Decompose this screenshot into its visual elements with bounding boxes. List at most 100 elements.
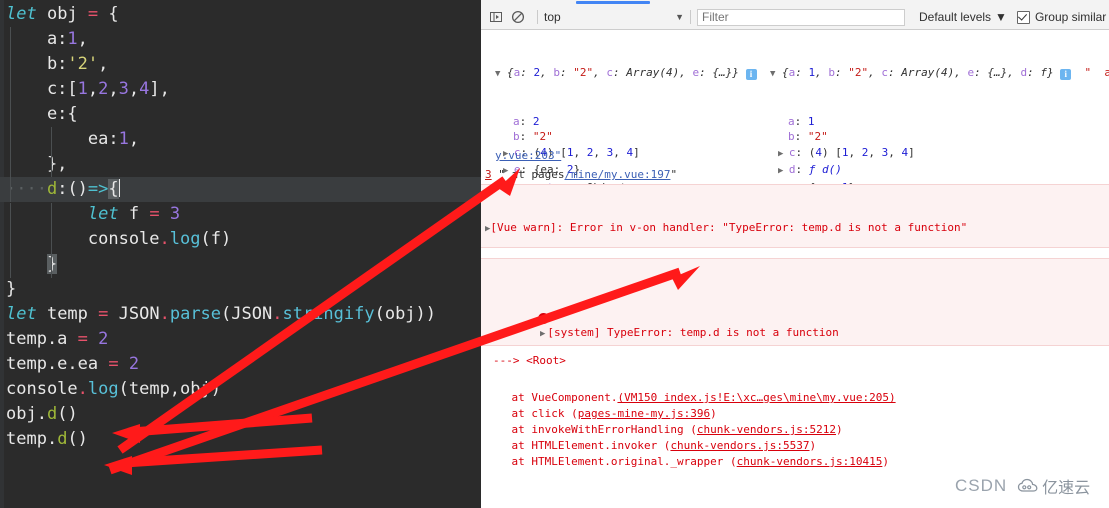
object-property-separator: : [519,114,533,128]
code-line[interactable]: let obj = { [0,2,481,27]
execution-context-dropdown[interactable]: top ▼ [544,10,684,24]
error-circle-icon: ✕ [537,313,549,324]
code-line[interactable]: } [0,277,481,302]
object-property-row[interactable]: ▶ d: ƒ d() [770,162,1109,180]
code-token: b: [6,54,68,74]
code-token: , [108,79,119,99]
code-line[interactable]: temp.d() [0,427,481,452]
info-icon[interactable]: i [1060,69,1072,80]
code-line[interactable]: console.log(f) [0,227,481,252]
indent-guide [51,203,52,278]
code-token: ea: [6,129,119,149]
code-token: = [87,4,99,24]
system-error-message[interactable]: ✕ ▶ [system] TypeError: temp.d is not a f… [481,258,1109,468]
code-line[interactable]: e:{ [0,102,481,127]
error-stack-row[interactable]: at HTMLElement.original._wrapper (chunk-… [485,454,1109,470]
show-console-sidebar-icon[interactable] [487,8,505,26]
vue-warning-message[interactable]: ▶ [Vue warn]: Error in v-on handler: "Typ… [481,184,1109,367]
expand-triangle-icon[interactable]: ▼ [495,69,500,79]
object-value-part: ] [633,145,640,159]
stack-frame-link[interactable]: chunk-vendors.js:5212 [697,423,836,436]
code-token: . [159,229,170,249]
code-line[interactable]: b:'2', [0,52,481,77]
object-property-key: a [513,114,520,128]
code-token: () [67,429,88,449]
code-editor[interactable]: let obj = { a:1, b:'2', c:[1,2,3,4], e:{… [0,0,481,508]
code-token: }, [6,154,68,174]
code-token: 3 [169,204,181,224]
devtools-console-panel[interactable]: top ▼ Default levels ▼ Group similar ▼ {… [481,0,1109,508]
code-token: '2' [67,54,99,74]
group-similar-checkbox[interactable] [1016,10,1030,24]
object-property-row[interactable]: a: 1 [770,114,1109,130]
watermark: CSDN 亿速云 [955,474,1090,498]
trace-source-link[interactable]: /mine/my.vue:197 [564,168,670,181]
code-token: . [77,379,88,399]
code-token: . [159,304,170,324]
error-stack-row[interactable]: at invokeWithErrorHandling (chunk-vendor… [485,422,1109,438]
expand-triangle-icon-error[interactable]: ▶ [540,329,545,339]
object-property-row[interactable]: ▶ c: (4) [1, 2, 3, 4] [770,145,1109,163]
code-line[interactable]: let temp = JSON.parse(JSON.stringify(obj… [0,302,481,327]
code-line[interactable]: ····d:()=>{ [0,177,481,202]
code-line[interactable]: ea:1, [0,127,481,152]
indent-guide [10,203,11,278]
code-line[interactable]: let f = 3 [0,202,481,227]
stack-frame-label: at HTMLElement.original._wrapper ( [485,455,737,468]
code-line[interactable]: a:1, [0,27,481,52]
code-token: , [128,129,140,149]
object-right-header[interactable]: ▼ {a: 1, b: "2", c: Array(4), e: {…}, d:… [770,65,1109,83]
expand-triangle-icon-row[interactable]: ▶ [778,149,789,159]
execution-context-value: top [544,10,561,24]
error-stack-row[interactable]: at click (pages-mine-my.js:396) [485,406,1109,422]
watermark-csdn: CSDN [955,476,1008,495]
clear-console-icon[interactable] [509,8,527,26]
code-line[interactable]: temp.e.ea = 2 [0,352,481,377]
stack-frame-suffix: ) [710,407,717,420]
code-token: = [108,354,119,374]
system-error-stack[interactable]: at VueComponent.(VM150 index.js!E:\xc…ge… [485,390,1109,470]
stack-frame-suffix: ) [836,423,843,436]
log-levels-dropdown[interactable]: Default levels ▼ [919,10,1007,24]
object-property-key: a [788,114,795,128]
code-token: console [6,229,160,249]
object-preview-token: "2" [573,66,594,79]
stack-frame-link[interactable]: (VM150 index.js!E:\xc…ges\mine\my.vue:20… [617,391,895,404]
stack-frame-link[interactable]: chunk-vendors.js:5537 [670,439,809,452]
info-icon[interactable]: i [745,69,757,80]
group-similar-toggle[interactable]: Group similar [1016,10,1106,24]
source-link-y-vue[interactable]: y.vue:203" [495,148,561,164]
object-preview-token: , [593,66,607,79]
console-message-list[interactable]: ▼ {a: 2, b: "2", c: Array(4), e: {…}} i … [481,30,1109,508]
console-filter-input[interactable] [697,8,905,26]
code-line[interactable]: c:[1,2,3,4], [0,77,481,102]
code-line[interactable]: }, [0,152,481,177]
code-line[interactable]: obj.d() [0,402,481,427]
object-property-row[interactable]: b: "2" [495,129,757,145]
watermark-yisuyun: 亿速云 [1017,474,1090,498]
error-stack-row[interactable]: at HTMLElement.invoker (chunk-vendors.js… [485,438,1109,454]
code-line[interactable]: console.log(temp,obj) [0,377,481,402]
stack-frame-link[interactable]: chunk-vendors.js:10415 [737,455,883,468]
code-token: (temp,obj) [118,379,221,399]
object-property-value: "2" [807,130,828,143]
code-token: log [169,229,201,249]
object-left-header[interactable]: ▼ {a: 2, b: "2", c: Array(4), e: {…}} i [495,65,757,83]
code-token: . [272,304,283,324]
code-token: let [87,204,119,224]
console-trace-line-1[interactable]: 3 " at pages/mine/my.vue:197" [485,167,677,183]
object-preview-token: , [540,66,554,79]
stack-frame-link[interactable]: pages-mine-my.js:396 [578,407,710,420]
code-line[interactable]: } [0,252,481,277]
console-toolbar[interactable]: top ▼ Default levels ▼ Group similar [481,5,1109,30]
error-stack-row[interactable]: at VueComponent.(VM150 index.js!E:\xc…ge… [485,390,1109,406]
code-token: stringify [282,304,375,324]
expand-triangle-icon-row[interactable]: ▶ [778,166,789,176]
object-property-row[interactable]: b: "2" [770,129,1109,145]
text-caret [118,179,120,197]
expand-triangle-icon[interactable]: ▼ [770,69,775,79]
object-property-row[interactable]: a: 2 [495,114,757,130]
code-line[interactable]: temp.a = 2 [0,327,481,352]
watermark-cn-text: 亿速云 [1042,480,1091,497]
code-token: { [98,4,119,24]
